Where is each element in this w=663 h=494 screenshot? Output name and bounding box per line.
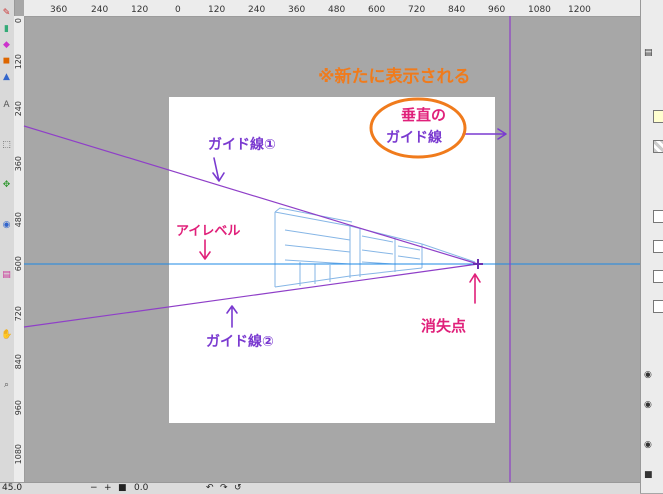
layer-icon[interactable]: ▤ xyxy=(644,48,653,58)
arrow-to-vanishing-point xyxy=(469,273,481,304)
vertical-guide-label-top: 垂直の xyxy=(401,106,447,124)
eye-icon[interactable]: ◉ xyxy=(644,400,652,410)
layer-panel: ▤ ◉ ◉ ◉ ■ xyxy=(640,0,663,493)
eye-level-label: アイレベル xyxy=(176,224,241,239)
eye-icon[interactable]: ◉ xyxy=(644,370,652,380)
rotate-right-icon[interactable]: ↷ xyxy=(220,483,228,493)
vanishing-point-label: 消失点 xyxy=(421,317,467,335)
zoom-value[interactable]: 45.0 xyxy=(2,483,22,493)
guide-line-2-label: ガイド線② xyxy=(206,334,274,350)
arrow-to-vertical-guide xyxy=(462,128,507,140)
layer-thumbnail[interactable] xyxy=(653,300,663,313)
rotation-angle-value[interactable]: 0.0 xyxy=(134,483,148,493)
zoom-out-button[interactable]: − xyxy=(90,483,98,493)
arrow-to-guide-2 xyxy=(226,305,238,328)
reset-rotation-icon[interactable]: ↺ xyxy=(234,483,242,493)
layer-thumbnail[interactable] xyxy=(653,210,663,223)
vertical-guide-label-bottom: ガイド線 xyxy=(386,130,442,146)
building-sketch xyxy=(274,207,476,288)
arrow-to-eye-level xyxy=(199,239,211,260)
eye-icon[interactable]: ◉ xyxy=(644,440,652,450)
guide-line-2[interactable] xyxy=(23,263,479,328)
layer-thumbnail[interactable] xyxy=(653,240,663,253)
layer-thumbnail[interactable] xyxy=(653,270,663,283)
status-bar: 45.0 − + ■ 0.0 ↶ ↷ ↺ xyxy=(0,482,640,494)
color-swatch[interactable] xyxy=(653,110,663,123)
transparency-swatch[interactable] xyxy=(653,140,663,153)
arrow-to-guide-1 xyxy=(212,157,225,182)
stop-icon[interactable]: ■ xyxy=(118,483,127,493)
rotate-left-icon[interactable]: ↶ xyxy=(206,483,214,493)
guide-line-1-label: ガイド線① xyxy=(208,137,276,153)
vanishing-point-marker[interactable] xyxy=(473,259,483,269)
new-display-note: ※新たに表示される xyxy=(318,67,471,87)
zoom-in-button[interactable]: + xyxy=(104,483,112,493)
lock-icon[interactable]: ■ xyxy=(644,470,653,480)
